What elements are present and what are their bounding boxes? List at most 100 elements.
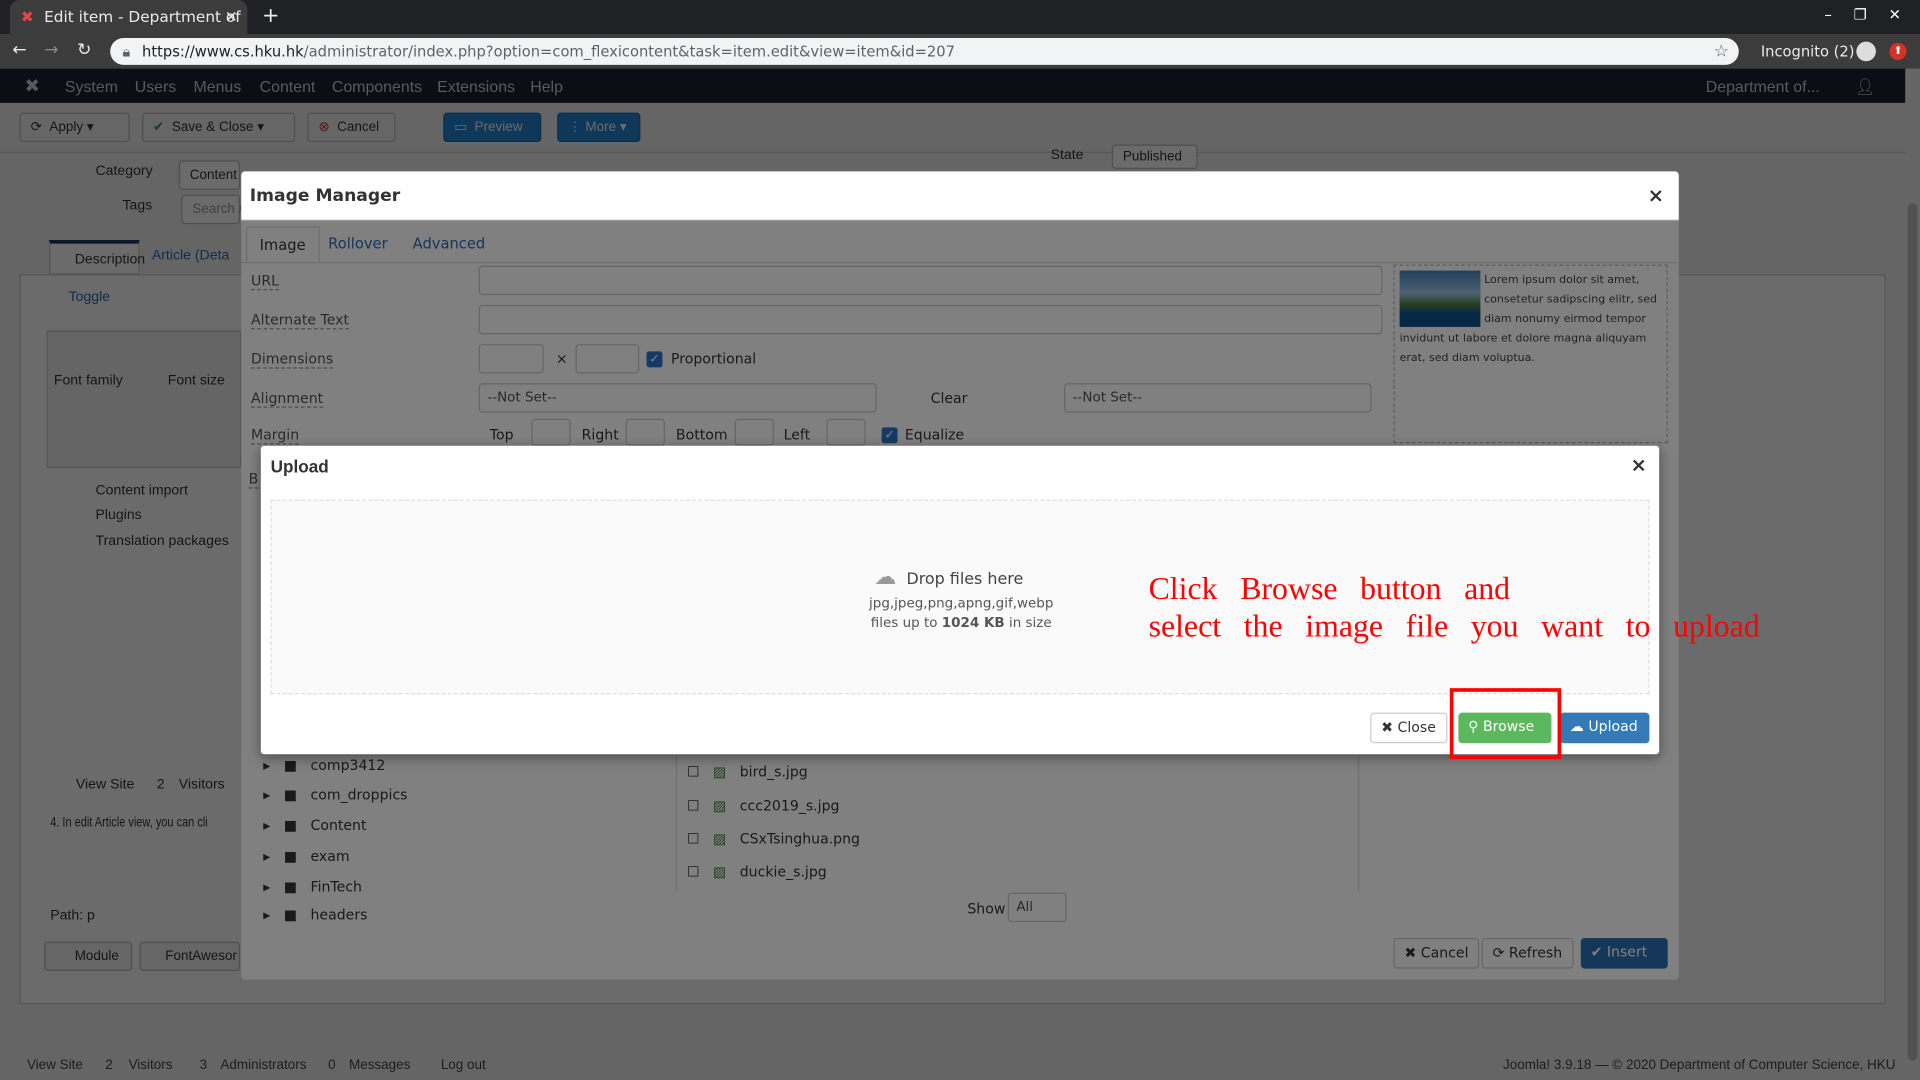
incognito-icon — [1856, 41, 1876, 62]
module-button[interactable]: Module — [44, 941, 133, 972]
editor-toolbar[interactable] — [46, 330, 242, 468]
file-item[interactable]: ☐ ▨ CSxTsinghua.png — [687, 830, 860, 847]
preview-visitors[interactable]: Visitors — [179, 778, 225, 793]
font-family-select[interactable]: Font family — [54, 373, 123, 388]
tab-image[interactable]: Image — [246, 226, 320, 263]
check-icon: ✔ — [153, 120, 165, 135]
cancel-button[interactable]: ⊗ Cancel — [307, 112, 396, 143]
alt-label: Alternate Text — [251, 311, 349, 330]
url-input[interactable] — [478, 265, 1383, 296]
page-scrollbar[interactable] — [1905, 68, 1920, 1080]
preview-visitors-count: 2 — [156, 777, 165, 793]
folder-item[interactable]: ▸ ■ headers — [263, 906, 367, 923]
incognito-label[interactable]: Incognito (2) — [1761, 43, 1855, 60]
lock-icon: 🔒︎ — [122, 42, 131, 61]
nav-extensions[interactable]: Extensions — [437, 77, 515, 95]
footer-messages[interactable]: Messages — [349, 1058, 410, 1073]
preview-view-site[interactable]: View Site — [76, 778, 134, 793]
folder-tree: ▸ ■ comp3412 ▸ ■ com_droppics ▸ ■ Conten… — [251, 757, 667, 928]
margin-top-label: Top — [489, 426, 514, 444]
footer-visitors[interactable]: Visitors — [129, 1058, 173, 1073]
more-button[interactable]: ⋮ More ▾ — [557, 112, 641, 143]
refresh-button[interactable]: ⟳ Refresh — [1481, 937, 1574, 969]
nav-help[interactable]: Help — [530, 77, 563, 95]
admin-navbar: ✖ System Users Menus Content Components … — [0, 68, 1906, 103]
browser-tab[interactable]: ✖ Edit item - Department of ✕ — [9, 0, 248, 35]
apply-button[interactable]: ⟳ Apply ▾ — [19, 112, 130, 143]
tab-description[interactable]: Description — [48, 240, 145, 275]
toggle-button[interactable]: Toggle — [69, 290, 110, 305]
update-icon[interactable]: ⬆ — [1889, 42, 1907, 61]
window-controls[interactable]: – ❐ ✕ — [1824, 6, 1900, 23]
alt-input[interactable] — [478, 304, 1383, 335]
equalize-checkbox[interactable]: ✓ — [881, 427, 898, 444]
margin-left-input[interactable] — [826, 418, 866, 446]
tags-input[interactable]: Search / — [181, 194, 242, 225]
footer-administrators[interactable]: Administrators — [220, 1058, 306, 1073]
back-icon[interactable]: ← — [12, 40, 26, 60]
folder-item[interactable]: ▸ ■ comp3412 — [263, 757, 385, 774]
address-bar[interactable]: 🔒︎ https://www.cs.hku.hk/administrator/in… — [110, 37, 1739, 65]
cancel-icon: ⊗ — [318, 120, 330, 135]
margin-top-input[interactable] — [531, 418, 571, 446]
font-size-select[interactable]: Font size — [168, 373, 225, 388]
image-manager-close-icon[interactable]: × — [1648, 184, 1664, 207]
tab-advanced[interactable]: Advanced — [413, 235, 486, 252]
footer-view-site[interactable]: View Site — [27, 1058, 83, 1073]
margin-right-input[interactable] — [625, 418, 665, 446]
folder-item[interactable]: ▸ ■ Content — [263, 817, 366, 834]
tab-rollover[interactable]: Rollover — [328, 235, 387, 252]
upload-title: Upload — [270, 456, 329, 477]
insert-button[interactable]: ✔ Insert — [1580, 937, 1668, 969]
nav-content[interactable]: Content — [260, 77, 316, 95]
save-close-button[interactable]: ✔ Save & Close ▾ — [142, 112, 296, 143]
fontawesome-button[interactable]: FontAwesor — [139, 941, 241, 972]
nav-system[interactable]: System — [65, 77, 118, 95]
file-item[interactable]: ☐ ▨ ccc2019_s.jpg — [687, 797, 840, 814]
folder-item[interactable]: ▸ ■ FinTech — [263, 878, 362, 895]
folder-item[interactable]: ▸ ■ exam — [263, 847, 349, 864]
upload-button[interactable]: ☁ Upload — [1560, 712, 1650, 744]
preview-button[interactable]: ▭ Preview — [443, 112, 542, 143]
nav-components[interactable]: Components — [332, 77, 422, 95]
annotation-line-1: Click Browse button and — [1148, 570, 1511, 607]
width-input[interactable] — [478, 344, 544, 374]
footer-logout[interactable]: Log out — [441, 1058, 486, 1073]
margin-bottom-label: Bottom — [675, 426, 728, 444]
annotation-highlight-box — [1449, 688, 1562, 760]
im-cancel-button[interactable]: ✖ Cancel — [1393, 937, 1480, 969]
site-link[interactable]: Department of... — [1706, 77, 1820, 95]
help-text: 4. In edit Article view, you can cli — [50, 815, 208, 831]
forward-icon[interactable]: → — [44, 40, 58, 60]
equalize-label: Equalize — [904, 426, 965, 444]
margin-bottom-input[interactable] — [734, 418, 774, 446]
alignment-select[interactable]: --Not Set-- — [478, 383, 877, 413]
reload-icon[interactable]: ↻ — [77, 40, 91, 60]
category-select[interactable]: Content — [178, 160, 241, 190]
nav-users[interactable]: Users — [135, 77, 177, 95]
folder-item[interactable]: ▸ ■ com_droppics — [263, 786, 407, 803]
upload-close-icon[interactable]: × — [1631, 453, 1647, 476]
browser-tab-bar — [0, 0, 1920, 35]
close-tab-icon[interactable]: ✕ — [225, 0, 238, 34]
star-icon[interactable]: ☆ — [1714, 38, 1729, 65]
user-icon[interactable]: 👤︎ — [1855, 77, 1875, 97]
clear-select[interactable]: --Not Set-- — [1064, 383, 1372, 413]
tab-article-details[interactable]: Article (Deta — [152, 249, 229, 264]
show-select[interactable]: All — [1007, 892, 1067, 923]
joomla-logo-icon[interactable]: ✖ — [24, 75, 39, 97]
height-input[interactable] — [575, 344, 640, 374]
alignment-label: Alignment — [251, 389, 324, 408]
file-item[interactable]: ☐ ▨ duckie_s.jpg — [687, 863, 827, 880]
upload-close-button[interactable]: ✖ Close — [1370, 712, 1447, 744]
menu-translation-packages[interactable]: Translation packages — [96, 534, 229, 549]
state-select[interactable]: Published — [1111, 144, 1198, 169]
new-tab-button[interactable]: + — [262, 4, 279, 28]
menu-content-import[interactable]: Content import — [96, 484, 188, 499]
file-item[interactable]: ☐ ▨ bird_s.jpg — [687, 763, 808, 780]
nav-menus[interactable]: Menus — [193, 77, 241, 95]
menu-plugins[interactable]: Plugins — [96, 508, 142, 523]
cloud-upload-icon: ☁ — [1569, 717, 1584, 735]
proportional-checkbox[interactable]: ✓ — [646, 351, 663, 368]
preview-thumbnail — [1399, 270, 1481, 327]
